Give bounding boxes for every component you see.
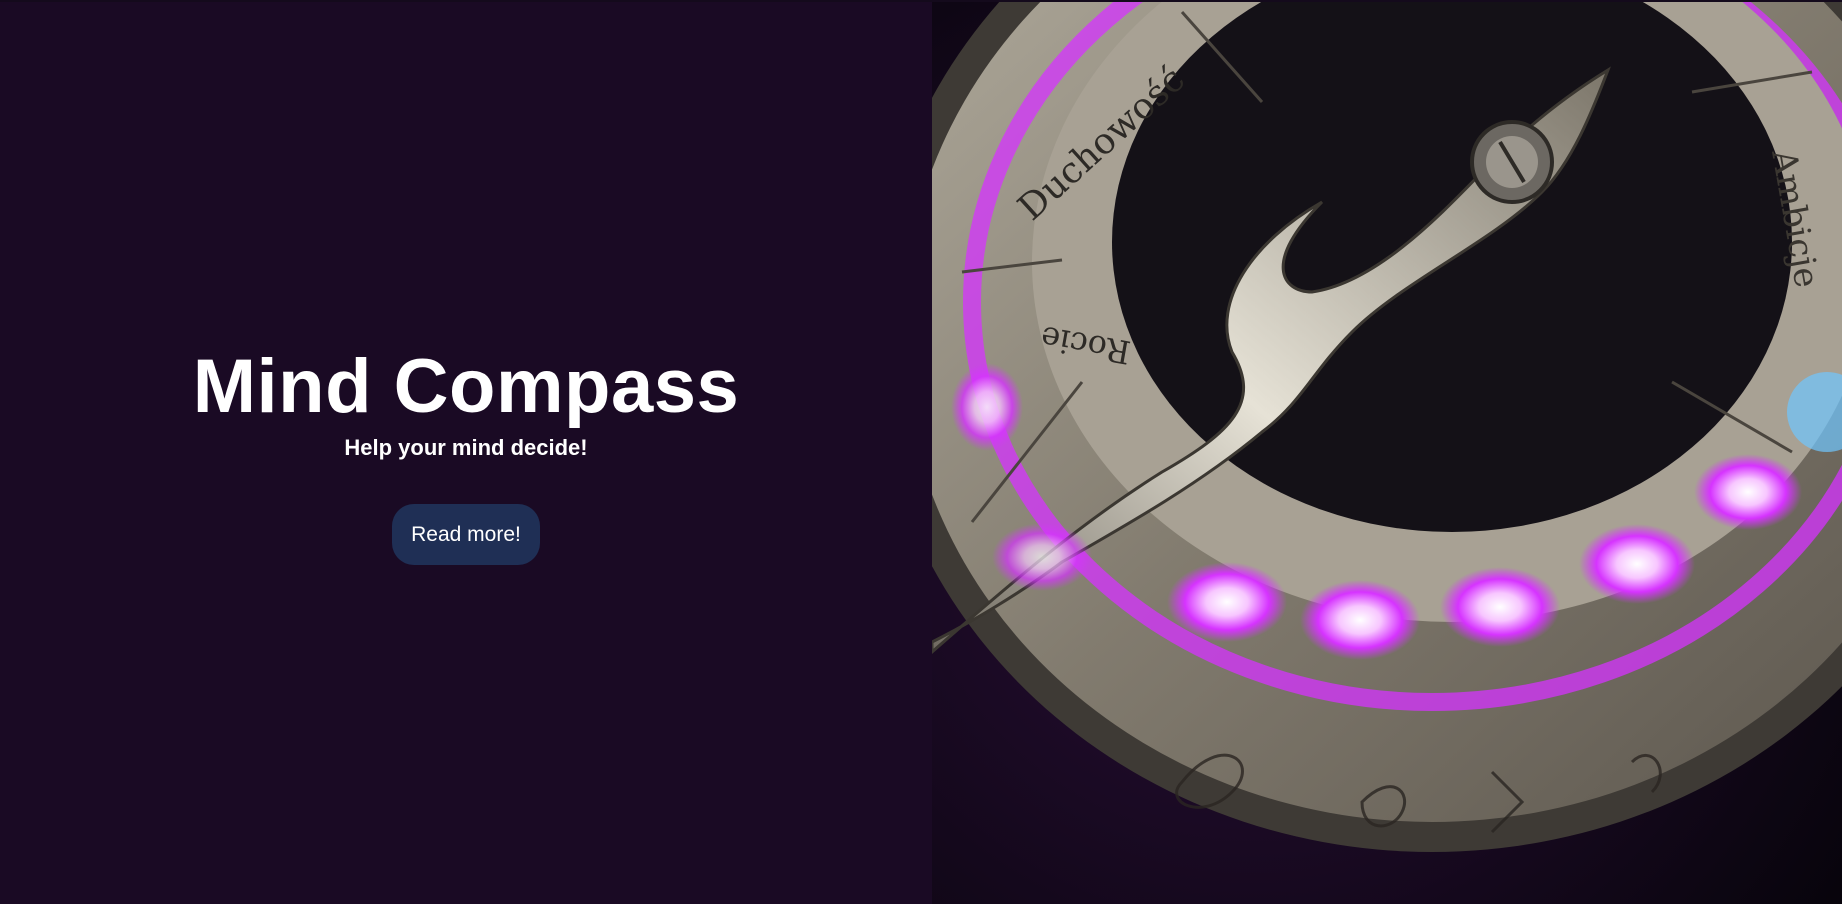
hero-content: Mind Compass Help your mind decide! Read… (0, 342, 932, 565)
page-subtitle: Help your mind decide! (344, 435, 588, 460)
read-more-button[interactable]: Read more! (392, 504, 540, 565)
compass-illustration: Duchowość Ambicje Rocie (932, 2, 1842, 904)
hero-panel: Mind Compass Help your mind decide! Read… (0, 2, 932, 904)
page-title: Mind Compass (192, 344, 740, 429)
compass-photo: Duchowość Ambicje Rocie (932, 2, 1842, 904)
